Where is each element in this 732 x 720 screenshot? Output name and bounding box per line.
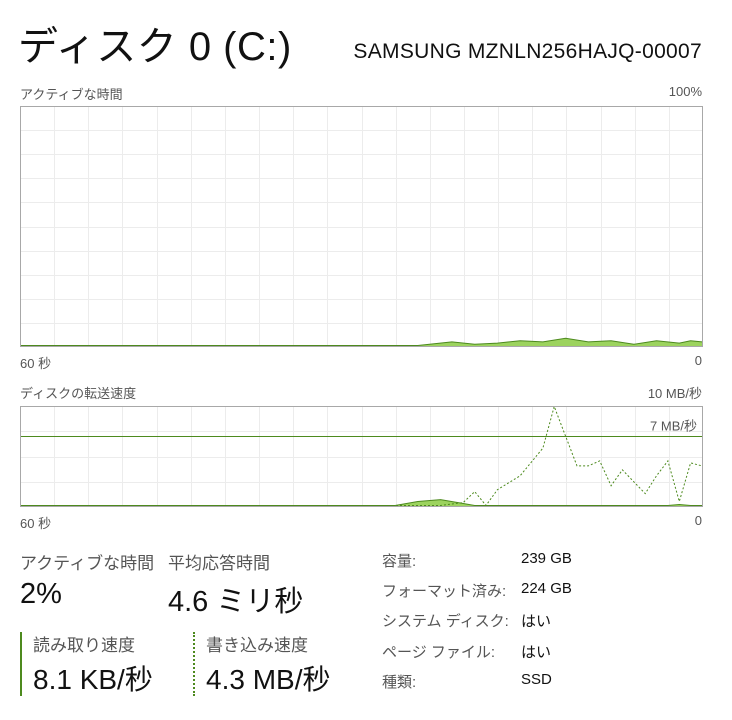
read-speed-indicator [20, 632, 22, 696]
avg-response-label: 平均応答時間 [168, 554, 270, 573]
prop-value-system-disk: はい [521, 613, 552, 630]
prop-label-capacity: 容量: [382, 553, 417, 570]
transfer-chart-x-right-label: 0 [694, 513, 702, 528]
read-speed-label: 読み取り速度 [33, 636, 135, 655]
prop-label-type: 種類: [382, 674, 417, 691]
activity-chart-x-right-label: 0 [694, 353, 702, 368]
transfer-chart-grid [20, 406, 703, 507]
write-speed-value: 4.3 MB/秒 [206, 664, 331, 695]
prop-label-formatted: フォーマット済み: [382, 583, 507, 600]
transfer-chart-label: ディスクの転送速度 [20, 386, 137, 401]
active-time-label: アクティブな時間 [20, 554, 155, 573]
transfer-chart-max-label: 10 MB/秒 [647, 386, 702, 401]
avg-response-value: 4.6 ミリ秒 [168, 586, 304, 618]
active-time-value: 2% [20, 578, 62, 610]
activity-chart-x-left-label: 60 秒 [20, 356, 52, 371]
write-speed-indicator [193, 632, 195, 696]
activity-chart-grid [20, 106, 703, 347]
prop-label-page-file: ページ ファイル: [382, 644, 496, 661]
write-speed-label: 書き込み速度 [206, 636, 308, 655]
read-speed-value: 8.1 KB/秒 [33, 664, 153, 695]
activity-chart [20, 106, 703, 347]
transfer-reference-label: 7 MB/秒 [650, 419, 697, 434]
prop-value-page-file: はい [521, 644, 552, 661]
prop-value-capacity: 239 GB [521, 550, 572, 567]
prop-value-formatted: 224 GB [521, 580, 572, 597]
activity-chart-label: アクティブな時間 [20, 87, 123, 102]
page-title: ディスク 0 (C:) [18, 25, 292, 69]
activity-chart-max-label: 100% [668, 84, 702, 99]
prop-label-system-disk: システム ディスク: [382, 613, 509, 630]
transfer-chart: 7 MB/秒 [20, 406, 703, 507]
prop-value-type: SSD [521, 671, 552, 688]
disk-model: SAMSUNG MZNLN256HAJQ-00007 [353, 40, 702, 63]
transfer-chart-x-left-label: 60 秒 [20, 516, 52, 531]
